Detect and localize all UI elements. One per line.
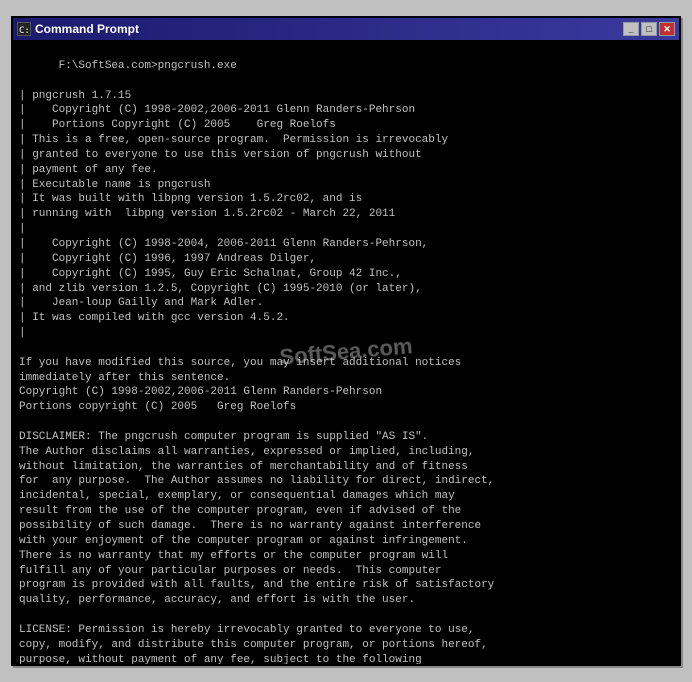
terminal-content: | pngcrush 1.7.15 | Copyright (C) 1998-2…: [19, 90, 494, 664]
prompt-line: F:\SoftSea.com>pngcrush.exe: [59, 60, 237, 72]
title-bar-left: C:\ Command Prompt: [17, 22, 139, 36]
cmd-icon: C:\: [17, 22, 31, 36]
svg-text:C:\: C:\: [19, 26, 30, 35]
maximize-button[interactable]: □: [641, 22, 657, 36]
title-bar: C:\ Command Prompt _ □ ✕: [13, 18, 679, 40]
close-button[interactable]: ✕: [659, 22, 675, 36]
window-title: Command Prompt: [35, 22, 139, 36]
command-prompt-window: C:\ Command Prompt _ □ ✕ F:\SoftSea.com>…: [11, 16, 681, 666]
title-bar-buttons: _ □ ✕: [623, 22, 675, 36]
minimize-button[interactable]: _: [623, 22, 639, 36]
terminal-output[interactable]: F:\SoftSea.com>pngcrush.exe | pngcrush 1…: [13, 40, 679, 664]
